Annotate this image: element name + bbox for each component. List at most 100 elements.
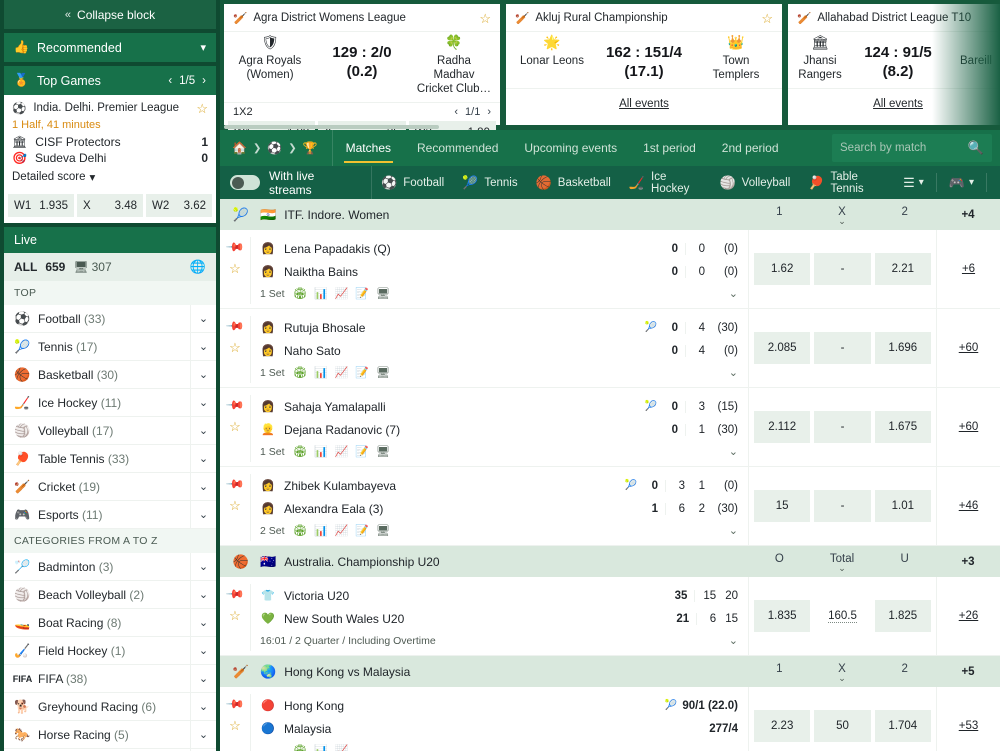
top-games-league-row[interactable]: ⚽ India. Delhi. Premier League ☆ bbox=[12, 101, 208, 116]
odds-button[interactable]: W1 1.935 bbox=[8, 194, 74, 217]
next-game-button[interactable]: › bbox=[202, 75, 206, 87]
sidebar-item-table-tennis[interactable]: 🏓 Table Tennis (33) ⌄ bbox=[4, 444, 216, 473]
odds-cell[interactable]: 1.01 bbox=[874, 490, 931, 522]
chevron-down-icon[interactable]: ⌄ bbox=[811, 216, 874, 225]
scoreboard-icon[interactable]: 🏟 bbox=[293, 287, 307, 300]
lineups-icon[interactable]: 📝 bbox=[355, 366, 369, 379]
match-card[interactable]: 🏏 Agra District Womens League ☆ 🛡 Agra Royal… bbox=[224, 4, 500, 130]
odds-cell[interactable]: - bbox=[814, 411, 871, 443]
favorite-star-icon[interactable]: ☆ bbox=[479, 12, 491, 25]
detailed-score-toggle[interactable]: Detailed score ▾ bbox=[12, 170, 208, 184]
chevron-down-icon[interactable]: ⌄ bbox=[190, 692, 216, 721]
scoreboard-icon[interactable]: 🏟 bbox=[293, 366, 307, 379]
extra-markets-count[interactable]: +60 bbox=[959, 342, 979, 354]
trends-icon[interactable]: 📈 bbox=[335, 744, 349, 751]
search-icon[interactable]: 🔍 bbox=[968, 140, 984, 156]
chevron-down-icon[interactable]: ⌄ bbox=[190, 416, 216, 445]
stream-icon[interactable]: 🖥 bbox=[376, 366, 390, 379]
odds-cell[interactable]: 2.112 bbox=[754, 411, 811, 443]
trends-icon[interactable]: 📈 bbox=[335, 524, 349, 537]
list-view-dropdown[interactable]: ☰ ▾ bbox=[896, 175, 931, 191]
stream-icon[interactable]: 🖥 bbox=[376, 524, 390, 537]
match-card[interactable]: 🏏 Akluj Rural Championship ☆ 🌟 Lonar Leons 16… bbox=[506, 4, 782, 125]
favorite-star-icon[interactable]: ☆ bbox=[229, 609, 241, 622]
scoreboard-icon[interactable]: 🏟 bbox=[293, 744, 307, 751]
odds-cell[interactable]: 50 bbox=[814, 710, 871, 742]
filter-chip-table-tennis[interactable]: 🏓 Table Tennis bbox=[799, 171, 896, 195]
league-header[interactable]: 🏏 🌏 Hong Kong vs Malaysia 1 X ⌄ 2 +5 bbox=[220, 656, 1000, 687]
tab-matches[interactable]: Matches bbox=[333, 130, 404, 166]
odds-cell[interactable]: 1.704 bbox=[874, 710, 931, 742]
sidebar-item-recommended[interactable]: 👍 Recommended ▾ bbox=[4, 33, 216, 62]
statistics-icon[interactable]: 📊 bbox=[314, 445, 328, 458]
chevron-down-icon[interactable]: ⌄ bbox=[190, 580, 216, 609]
favorite-star-icon[interactable]: ☆ bbox=[229, 262, 241, 275]
home-icon[interactable]: 🏠 bbox=[232, 141, 247, 155]
search-input[interactable] bbox=[840, 142, 968, 154]
esports-dropdown[interactable]: 🎮 ▾ bbox=[942, 175, 981, 191]
odds-cell[interactable]: - bbox=[814, 253, 871, 285]
odds-cell[interactable]: 160.5 bbox=[814, 600, 871, 632]
extra-markets-count[interactable]: +46 bbox=[959, 500, 979, 512]
odds-cell[interactable]: 1.825 bbox=[874, 600, 931, 632]
expand-event-icon[interactable]: ⌄ bbox=[729, 634, 738, 647]
next-market-button[interactable]: › bbox=[487, 106, 491, 118]
all-events-link[interactable]: All events bbox=[788, 88, 1000, 125]
odds-cell[interactable]: 1.675 bbox=[874, 411, 931, 443]
chevron-down-icon[interactable]: ⌄ bbox=[190, 664, 216, 693]
pin-icon[interactable]: 📌 bbox=[225, 237, 245, 257]
lineups-icon[interactable]: 📝 bbox=[355, 445, 369, 458]
odds-cell[interactable]: 1.696 bbox=[874, 332, 931, 364]
sidebar-item-badminton[interactable]: 🏸 Badminton (3) ⌄ bbox=[4, 552, 216, 581]
trends-icon[interactable]: 📈 bbox=[335, 366, 349, 379]
stream-icon[interactable]: 🖥 bbox=[376, 445, 390, 458]
extra-markets-count[interactable]: +60 bbox=[959, 421, 979, 433]
sidebar-item-horse-racing[interactable]: 🐎 Horse Racing (5) ⌄ bbox=[4, 720, 216, 749]
odds-cell[interactable]: 2.23 bbox=[754, 710, 811, 742]
all-events-link[interactable]: All events bbox=[506, 88, 782, 125]
sidebar-item-greyhound-racing[interactable]: 🐕 Greyhound Racing (6) ⌄ bbox=[4, 692, 216, 721]
trends-icon[interactable]: 📈 bbox=[335, 287, 349, 300]
favorite-star-icon[interactable]: ☆ bbox=[761, 12, 773, 25]
filter-chip-football[interactable]: ⚽ Football bbox=[372, 175, 453, 191]
pin-icon[interactable]: 📌 bbox=[225, 584, 245, 604]
filter-chip-tennis[interactable]: 🎾 Tennis bbox=[453, 175, 526, 191]
pin-icon[interactable]: 📌 bbox=[225, 474, 245, 494]
extra-markets-count[interactable]: +6 bbox=[962, 263, 975, 275]
expand-event-icon[interactable]: ⌄ bbox=[729, 366, 738, 379]
league-header[interactable]: 🎾 🇮🇳 ITF. Indore. Women 1 X ⌄ 2 +4 bbox=[220, 199, 1000, 230]
favorite-star-icon[interactable]: ☆ bbox=[229, 420, 241, 433]
tab-upcoming-events[interactable]: Upcoming events bbox=[511, 130, 630, 166]
tab-recommended[interactable]: Recommended bbox=[404, 130, 511, 166]
chevron-down-icon[interactable]: ⌄ bbox=[190, 360, 216, 389]
filter-chip-basketball[interactable]: 🏀 Basketball bbox=[527, 175, 620, 191]
sidebar-item-cricket[interactable]: 🏏 Cricket (19) ⌄ bbox=[4, 472, 216, 501]
sidebar-item-volleyball[interactable]: 🏐 Volleyball (17) ⌄ bbox=[4, 416, 216, 445]
sidebar-item-fifa[interactable]: FIFA FIFA (38) ⌄ bbox=[4, 664, 216, 693]
filter-chip-ice-hockey[interactable]: 🏒 Ice Hockey bbox=[620, 171, 711, 195]
chevron-down-icon[interactable]: ⌄ bbox=[190, 552, 216, 581]
sidebar-item-tennis[interactable]: 🎾 Tennis (17) ⌄ bbox=[4, 332, 216, 361]
chevron-down-icon[interactable]: ⌄ bbox=[811, 563, 874, 572]
scoreboard-icon[interactable]: 🏟 bbox=[293, 445, 307, 458]
statistics-icon[interactable]: 📊 bbox=[314, 524, 328, 537]
sidebar-item-field-hockey[interactable]: 🏑 Field Hockey (1) ⌄ bbox=[4, 636, 216, 665]
chevron-down-icon[interactable]: ⌄ bbox=[190, 636, 216, 665]
prev-game-button[interactable]: ‹ bbox=[168, 75, 172, 87]
stream-icon[interactable]: 🖥 bbox=[376, 287, 390, 300]
statistics-icon[interactable]: 📊 bbox=[314, 287, 328, 300]
all-events-row[interactable]: ALL 659 🖥 307 🌐 bbox=[4, 253, 216, 281]
favorite-star-icon[interactable]: ☆ bbox=[229, 719, 241, 732]
lineups-icon[interactable]: 📝 bbox=[355, 524, 369, 537]
chevron-down-icon[interactable]: ⌄ bbox=[190, 500, 216, 529]
chevron-down-icon[interactable]: ⌄ bbox=[190, 444, 216, 473]
search-box[interactable]: 🔍 bbox=[832, 134, 992, 162]
scoreboard-icon[interactable]: 🏟 bbox=[293, 524, 307, 537]
odds-cell[interactable]: 1.835 bbox=[754, 600, 811, 632]
sidebar-item-basketball[interactable]: 🏀 Basketball (30) ⌄ bbox=[4, 360, 216, 389]
sidebar-item-esports[interactable]: 🎮 Esports (11) ⌄ bbox=[4, 500, 216, 529]
football-icon[interactable]: ⚽ bbox=[267, 141, 282, 155]
tab-1st-period[interactable]: 1st period bbox=[630, 130, 709, 166]
globe-icon[interactable]: 🌐 bbox=[190, 259, 206, 275]
sidebar-item-ice-hockey[interactable]: 🏒 Ice Hockey (11) ⌄ bbox=[4, 388, 216, 417]
